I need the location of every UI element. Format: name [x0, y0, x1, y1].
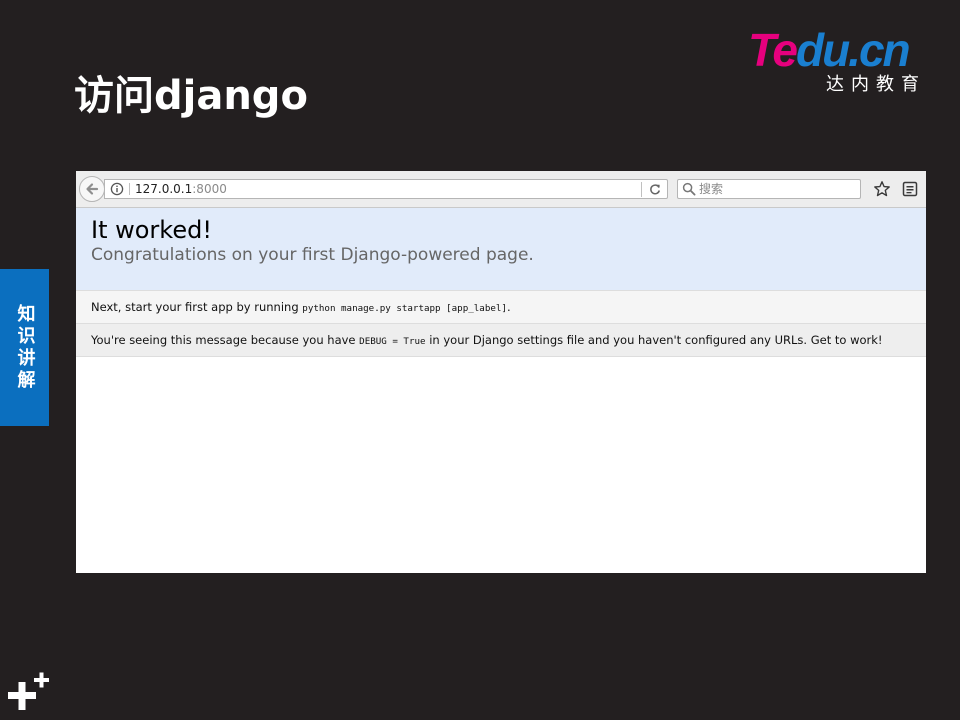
startapp-command: python manage.py startapp [app_label]	[302, 303, 507, 314]
page-heading: It worked!	[91, 216, 212, 244]
plus-logo-icon	[8, 672, 49, 710]
debug-setting: DEBUG = True	[359, 336, 426, 347]
url-text[interactable]: 127.0.0.1:8000	[135, 182, 227, 196]
info-icon[interactable]	[110, 182, 124, 196]
django-instructions: Next, start your first app by running py…	[76, 291, 926, 324]
url-bar[interactable]: 127.0.0.1:8000	[104, 179, 668, 199]
star-icon[interactable]	[873, 180, 891, 198]
browser-toolbar: 127.0.0.1:8000	[76, 171, 926, 208]
search-input[interactable]	[699, 181, 854, 197]
search-bar[interactable]	[677, 179, 861, 199]
reload-separator	[641, 182, 642, 197]
search-icon	[682, 182, 696, 196]
tedu-logo: Tedu.cn 达内教育	[748, 24, 928, 98]
page-subheading: Congratulations on your first Django-pow…	[91, 245, 534, 265]
logo-subtitle: 达内教育	[826, 74, 926, 95]
side-tab-section-label: 知识讲解	[0, 269, 49, 426]
instructions-line: Next, start your first app by running py…	[91, 300, 511, 314]
slide-title: 访问django	[74, 73, 308, 119]
back-button[interactable]	[79, 176, 105, 202]
url-separator	[129, 183, 130, 195]
reload-icon[interactable]	[648, 182, 662, 196]
django-explanation: You're seeing this message because you h…	[76, 324, 926, 357]
explanation-line: You're seeing this message because you h…	[91, 333, 883, 347]
back-arrow-icon	[86, 183, 99, 195]
logo-brand: Tedu.cn	[748, 24, 911, 76]
side-tab-label: 知识讲解	[14, 303, 36, 392]
browser-window: 127.0.0.1:8000 It worked! Congratulat	[76, 171, 926, 573]
reader-view-icon[interactable]	[901, 180, 919, 198]
django-summary: It worked! Congratulations on your first…	[76, 208, 926, 291]
